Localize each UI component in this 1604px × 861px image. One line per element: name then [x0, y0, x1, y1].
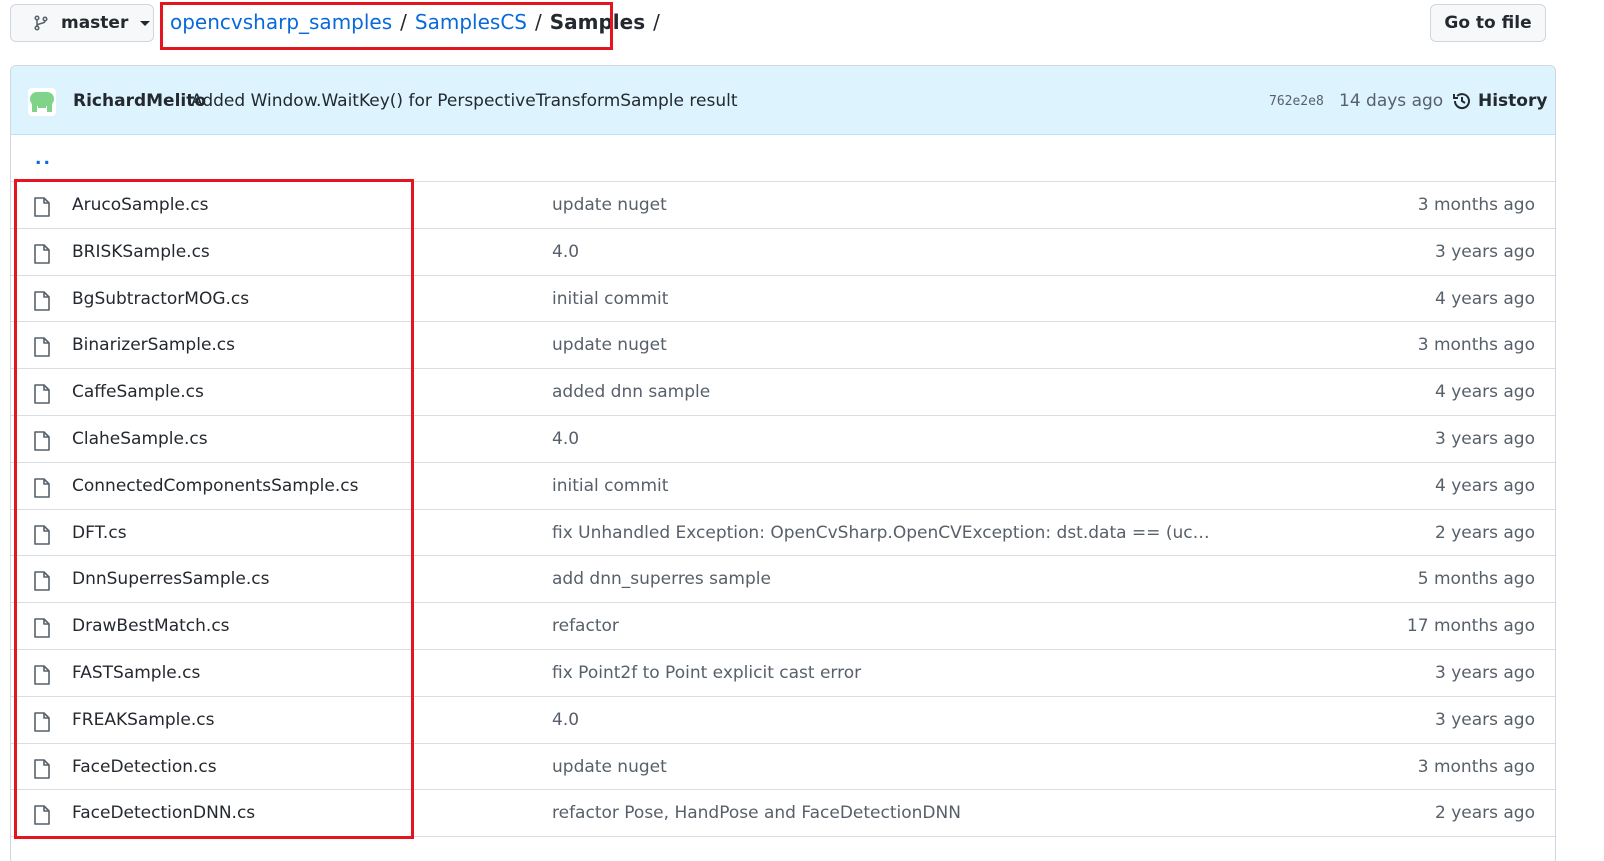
file-commit-age: 3 years ago — [1434, 709, 1535, 730]
file-commit-message-link[interactable]: refactor Pose, HandPose and FaceDetectio… — [552, 803, 961, 823]
file-commit-age: 5 months ago — [1417, 569, 1535, 590]
breadcrumb-separator: / — [653, 10, 660, 34]
file-commit-message-link[interactable]: fix Point2f to Point explicit cast error — [552, 663, 861, 683]
parent-directory-row[interactable]: .. — [11, 135, 1555, 182]
breadcrumb-highlight-box — [160, 2, 613, 50]
commit-time: 14 days ago — [1339, 91, 1444, 111]
file-commit-age: 4 years ago — [1434, 475, 1535, 496]
file-commit-age: 17 months ago — [1406, 616, 1535, 637]
file-commit-age: 3 months ago — [1417, 195, 1535, 215]
file-commit-age: 3 years ago — [1434, 241, 1535, 262]
file-commit-message-link[interactable]: update nuget — [552, 757, 667, 777]
file-commit-message-link[interactable]: initial commit — [552, 476, 668, 496]
history-label: History — [1478, 91, 1548, 111]
history-icon — [1453, 93, 1470, 110]
avatar[interactable] — [28, 88, 56, 116]
commit-sha-link[interactable]: 762e2e8 — [1269, 94, 1324, 109]
file-commit-message-link[interactable]: initial commit — [552, 289, 668, 309]
file-commit-message-link[interactable]: fix Unhandled Exception: OpenCvSharp.Ope… — [552, 523, 1210, 543]
file-commit-message-link[interactable]: update nuget — [552, 195, 667, 215]
commit-author-link[interactable]: RichardMelito — [73, 91, 206, 111]
go-to-file-button[interactable]: Go to file — [1430, 4, 1546, 42]
file-commit-age: 3 years ago — [1434, 662, 1535, 683]
file-commit-age: 3 months ago — [1417, 756, 1535, 777]
branch-label: master — [61, 13, 129, 33]
file-commit-age: 4 years ago — [1434, 288, 1535, 309]
git-branch-icon — [34, 15, 48, 31]
file-commit-message-link[interactable]: update nuget — [552, 335, 667, 355]
file-commit-age: 4 years ago — [1434, 382, 1535, 403]
file-commit-message-link[interactable]: add dnn_superres sample — [552, 569, 771, 589]
file-commit-age: 2 years ago — [1434, 522, 1535, 543]
file-commit-message-link[interactable]: 4.0 — [552, 710, 579, 730]
file-commit-message-link[interactable]: refactor — [552, 616, 619, 636]
file-commit-message-link[interactable]: 4.0 — [552, 242, 579, 262]
branch-select-button[interactable]: master — [10, 4, 154, 42]
file-commit-age: 3 years ago — [1434, 428, 1535, 449]
parent-directory-link[interactable]: .. — [35, 149, 52, 169]
commit-message-link[interactable]: Added Window.WaitKey() for PerspectiveTr… — [191, 91, 738, 111]
file-commit-age: 2 years ago — [1434, 803, 1535, 824]
chevron-down-icon — [140, 20, 151, 26]
history-link[interactable]: History — [1451, 90, 1547, 112]
file-commit-message-link[interactable]: added dnn sample — [552, 382, 710, 402]
file-names-highlight-box — [14, 179, 414, 839]
file-commit-message-link[interactable]: 4.0 — [552, 429, 579, 449]
latest-commit-bar: RichardMelito Added Window.WaitKey() for… — [11, 66, 1555, 135]
page: master opencvsharp_samples / SamplesCS /… — [0, 0, 1604, 861]
file-commit-age: 3 months ago — [1417, 335, 1535, 356]
